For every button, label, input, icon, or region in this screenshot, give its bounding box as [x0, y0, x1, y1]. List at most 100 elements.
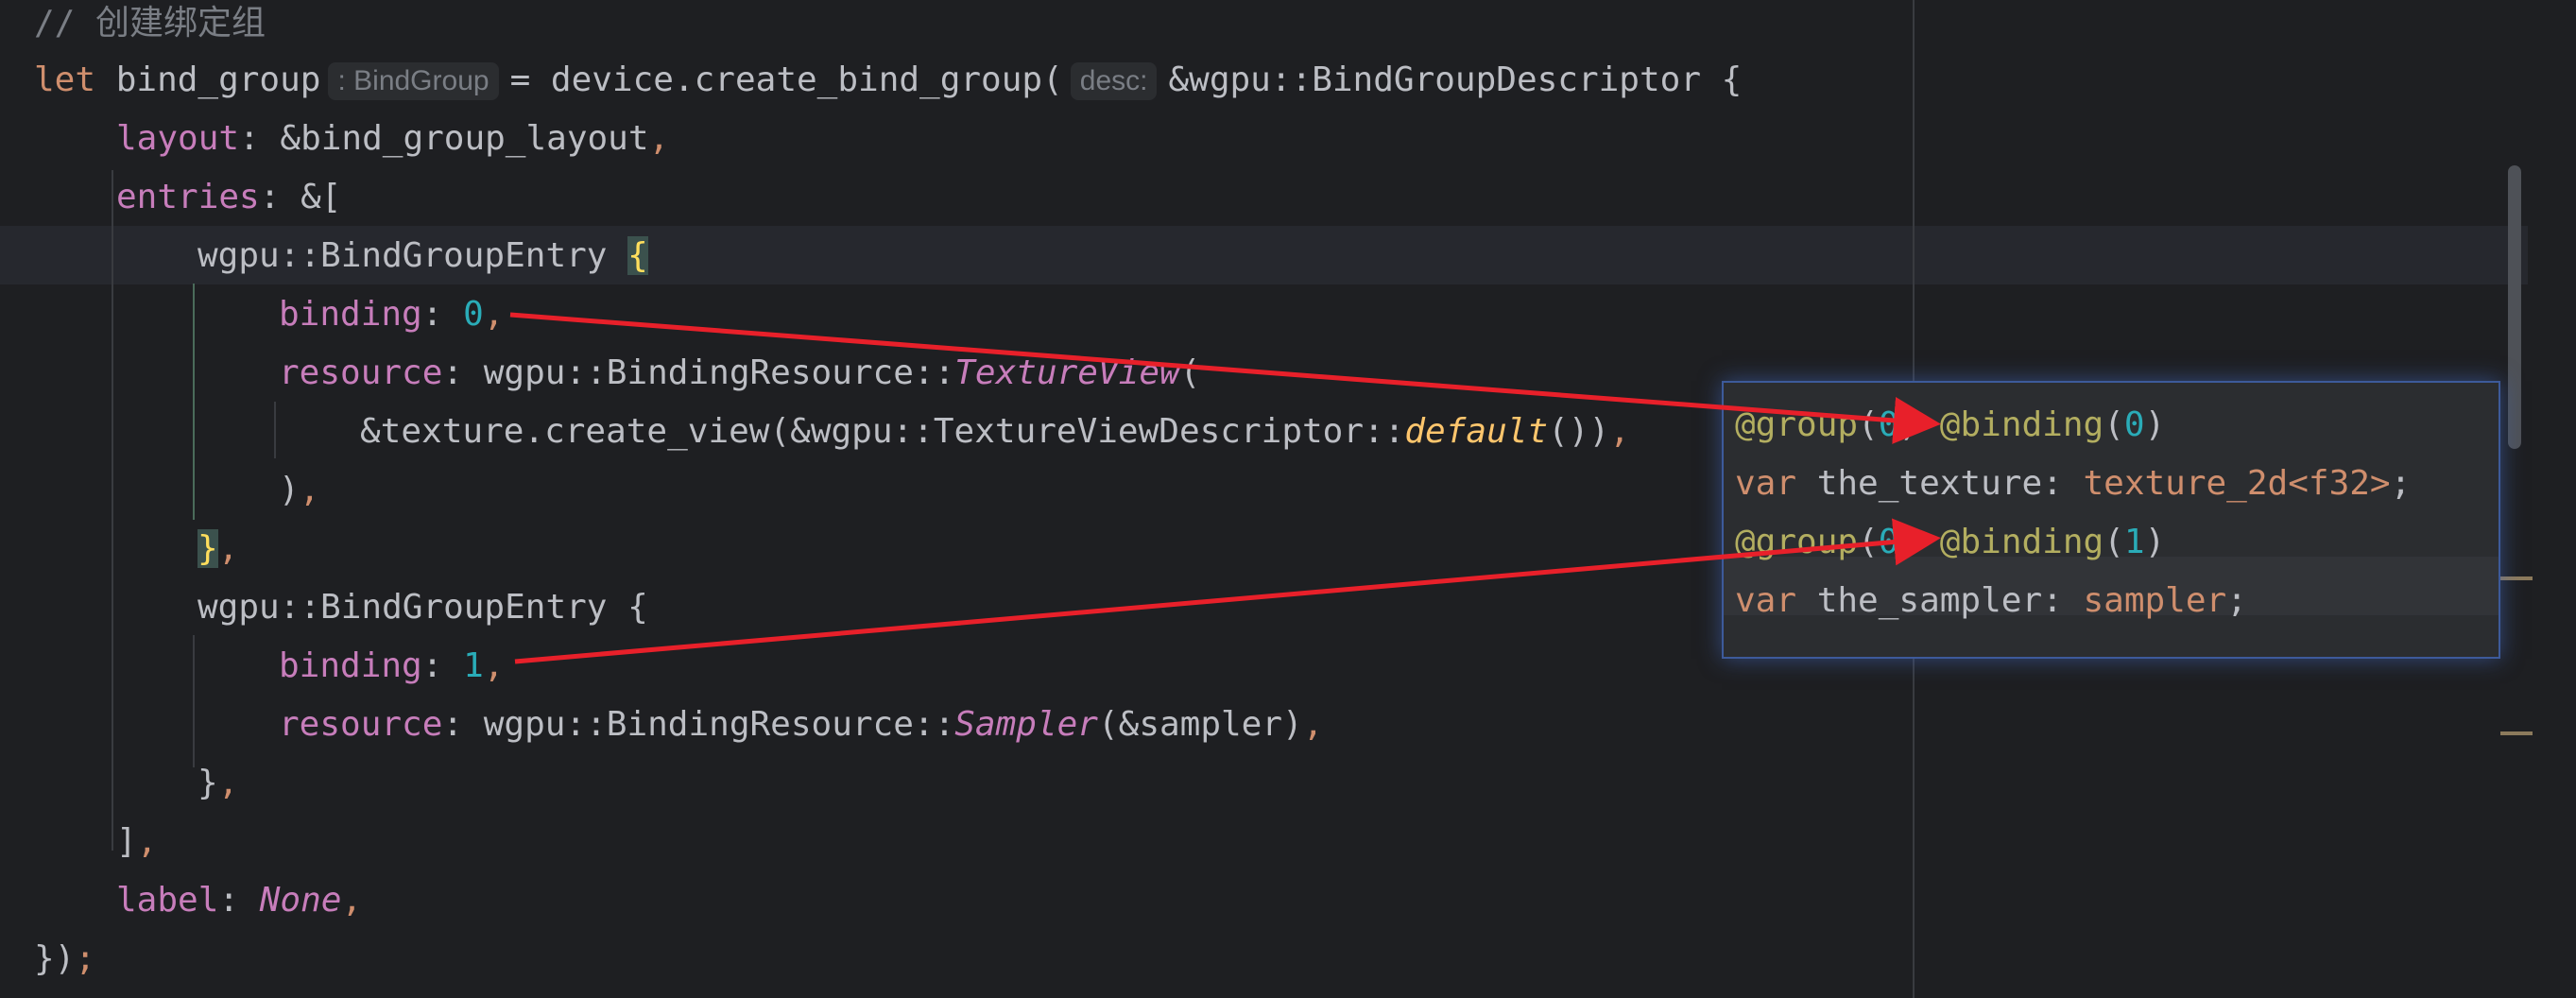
indent-guide [112, 170, 113, 851]
indent-guide-active [193, 284, 195, 520]
sampler-arg: (&sampler) [1097, 705, 1303, 744]
code-line-layout[interactable]: layout: &bind_group_layout, [116, 110, 669, 168]
sampler-variant: Sampler [954, 705, 1098, 744]
default-tail: ()) [1548, 412, 1610, 451]
code-line-close-entry[interactable]: }, [197, 754, 238, 813]
code-line-entries[interactable]: entries: &[ [116, 168, 341, 227]
close-bracket: ] [116, 822, 137, 861]
end-call: }) [34, 939, 76, 978]
wgsl-shader-popup: @group(0) @binding(0) var the_texture: t… [1722, 381, 2500, 659]
resource-field: resource [279, 353, 443, 392]
comma: , [1302, 705, 1324, 744]
comma: , [217, 529, 239, 568]
var-keyword: var [1735, 581, 1797, 620]
descriptor-text: &wgpu::BindGroupDescriptor { [1168, 60, 1743, 99]
texture-name: the_texture: [1796, 464, 2084, 503]
binding-attribute: @binding [1939, 523, 2104, 561]
code-line-close-bracket[interactable]: ], [116, 813, 157, 871]
texture-generic: <f32> [2288, 464, 2391, 503]
comma: , [648, 119, 670, 158]
code-line-close-brace[interactable]: }, [197, 520, 238, 578]
code-line-close-paren[interactable]: ), [279, 461, 319, 520]
code-line-entry1[interactable]: wgpu::BindGroupEntry { [197, 227, 648, 285]
resource-path: : wgpu::BindingResource:: [442, 705, 955, 744]
comma: , [341, 881, 363, 920]
comma: , [217, 764, 239, 802]
binding-value-1: 1 [463, 646, 484, 685]
group-number: 0 [1878, 405, 1899, 444]
call-text: = device.create_bind_group( [509, 60, 1063, 99]
code-line-label[interactable]: label: None, [116, 871, 362, 930]
code-line-resource1[interactable]: resource: wgpu::BindingResource::Sampler… [279, 696, 1323, 754]
colon: : [421, 295, 464, 334]
group-attribute: @group [1735, 405, 1859, 444]
wgsl-line-texture-attrs: @group(0) @binding(0) [1735, 396, 2165, 455]
code-line-binding1[interactable]: binding: 1, [279, 637, 504, 696]
entries-field: entries [116, 178, 260, 216]
binding-field: binding [279, 646, 422, 685]
let-keyword: let [34, 60, 96, 99]
var-keyword: var [1735, 464, 1797, 503]
arrow-binding-1 [514, 518, 1941, 664]
paren: ) [2144, 523, 2166, 561]
semicolon: ; [75, 939, 96, 978]
code-line-end[interactable]: }); [34, 930, 95, 989]
code-editor[interactable]: // 创建绑定组 let bind_group: BindGroup = devi… [0, 0, 2576, 998]
paren: ( [1858, 523, 1879, 561]
paren: ( [1858, 405, 1879, 444]
wgsl-line-sampler-attrs: @group(0) @binding(1) [1735, 513, 2165, 572]
indent-guide [193, 635, 195, 767]
comma: , [1609, 412, 1630, 451]
resource-path: : wgpu::BindingResource:: [442, 353, 955, 392]
wgsl-line-texture-var: var the_texture: texture_2d<f32>; [1735, 455, 2411, 513]
sampler-type: sampler [2083, 581, 2227, 620]
matched-close-brace: } [197, 529, 218, 568]
paren: ) [1898, 405, 1920, 444]
scroll-marker [2500, 731, 2533, 735]
comment: // 创建绑定组 [34, 4, 266, 43]
close-paren: ) [279, 471, 300, 509]
create-view-call: &texture.create_view(&wgpu::TextureViewD… [360, 412, 1405, 451]
type-inlay-hint: : BindGroup [328, 62, 499, 100]
code-line-comment[interactable]: // 创建绑定组 [34, 0, 266, 53]
comma: , [136, 822, 158, 861]
paren: ) [2144, 405, 2166, 444]
param-inlay-hint: desc: [1070, 62, 1158, 100]
code-line-entry2[interactable]: wgpu::BindGroupEntry { [197, 578, 648, 637]
open-paren: ( [1179, 353, 1201, 392]
comma: , [483, 295, 505, 334]
variable-name: bind_group [115, 60, 321, 99]
paren: ( [2104, 405, 2124, 444]
code-line-create-view[interactable]: &texture.create_view(&wgpu::TextureViewD… [360, 403, 1630, 461]
default-fn: default [1404, 412, 1549, 451]
sampler-name: the_sampler: [1796, 581, 2084, 620]
vertical-scrollbar[interactable] [2508, 165, 2521, 449]
wgsl-line-sampler-var: var the_sampler: sampler; [1735, 572, 2247, 630]
texture-type: texture_2d [2083, 464, 2289, 503]
binding-value-0: 0 [463, 295, 484, 334]
layout-value: : &bind_group_layout [239, 119, 649, 158]
code-line-resource0[interactable]: resource: wgpu::BindingResource::Texture… [279, 344, 1200, 403]
close-brace: } [197, 764, 218, 802]
entry-type: wgpu::BindGroupEntry [197, 236, 628, 275]
binding-number-1: 1 [2123, 523, 2145, 561]
semicolon: ; [2390, 464, 2412, 503]
paren: ) [1898, 523, 1920, 561]
scroll-marker [2500, 576, 2533, 580]
entry-type: wgpu::BindGroupEntry { [197, 588, 648, 627]
label-field: label [116, 881, 219, 920]
entries-value: : &[ [259, 178, 342, 216]
binding-field: binding [279, 295, 422, 334]
code-line-let[interactable]: let bind_group: BindGroup = device.create… [34, 51, 1742, 110]
comma: , [299, 471, 320, 509]
colon: : [421, 646, 464, 685]
group-attribute: @group [1735, 523, 1859, 561]
layout-field: layout [116, 119, 240, 158]
paren: ( [2104, 523, 2124, 561]
texture-view-variant: TextureView [954, 353, 1180, 392]
comma: , [483, 646, 505, 685]
binding-attribute: @binding [1939, 405, 2104, 444]
matched-open-brace: { [627, 236, 648, 275]
colon: : [218, 881, 260, 920]
code-line-binding0[interactable]: binding: 0, [279, 285, 504, 344]
